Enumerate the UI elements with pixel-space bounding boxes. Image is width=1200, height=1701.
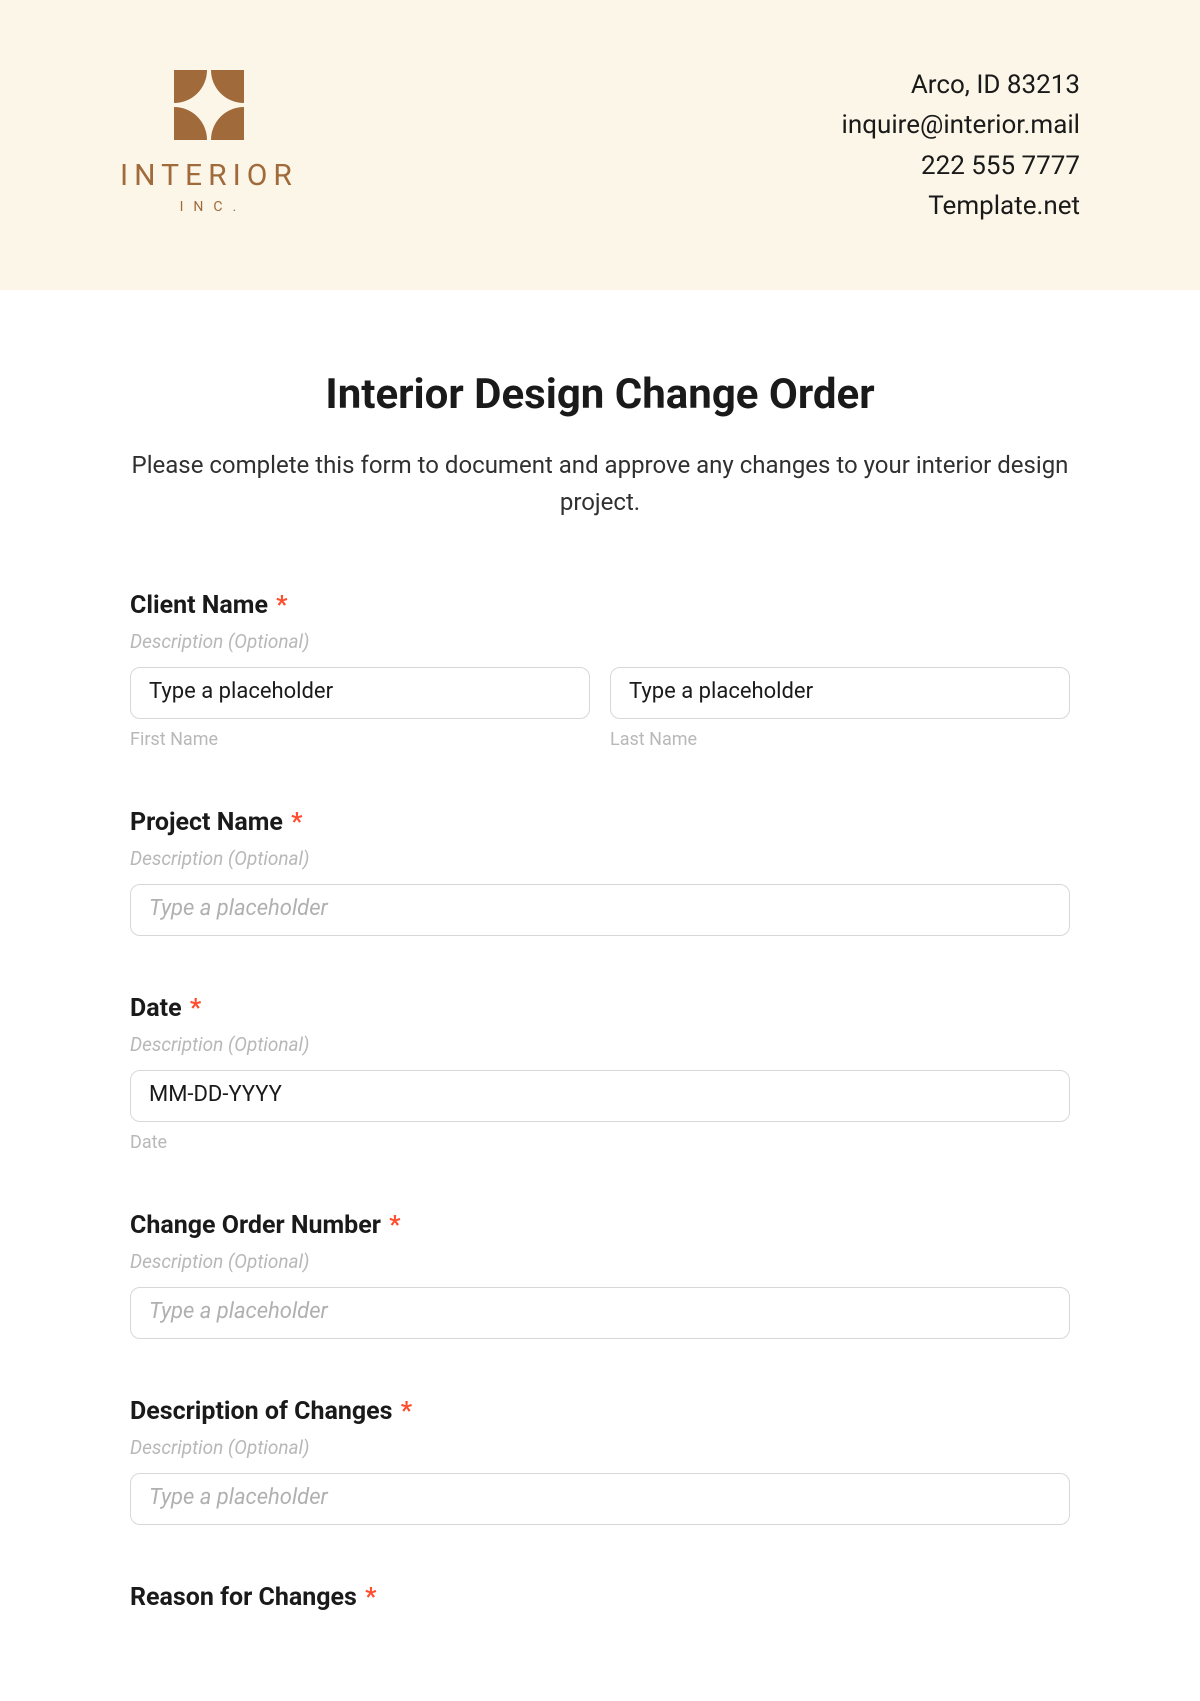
logo-text: INTERIOR bbox=[120, 158, 298, 193]
field-description: Description (Optional) bbox=[130, 847, 1070, 870]
contact-phone: 222 555 7777 bbox=[842, 146, 1080, 186]
first-name-input[interactable]: Type a placeholder bbox=[130, 667, 590, 719]
field-change-order-number: Change Order Number * Description (Optio… bbox=[130, 1211, 1070, 1339]
required-mark: * bbox=[291, 808, 302, 837]
required-mark: * bbox=[365, 1583, 376, 1612]
field-project-name: Project Name * Description (Optional) Ty… bbox=[130, 808, 1070, 936]
field-label: Project Name * bbox=[130, 808, 1070, 837]
field-client-name: Client Name * Description (Optional) Typ… bbox=[130, 591, 1070, 750]
field-label: Client Name * bbox=[130, 591, 1070, 620]
form-body: Interior Design Change Order Please comp… bbox=[0, 290, 1200, 1612]
last-name-input[interactable]: Type a placeholder bbox=[610, 667, 1070, 719]
page-title: Interior Design Change Order bbox=[130, 370, 1070, 419]
change-order-number-input[interactable]: Type a placeholder bbox=[130, 1287, 1070, 1339]
description-of-changes-input[interactable]: Type a placeholder bbox=[130, 1473, 1070, 1525]
required-mark: * bbox=[190, 994, 201, 1023]
last-name-sublabel: Last Name bbox=[610, 729, 1070, 750]
contact-info: Arco, ID 83213 inquire@interior.mail 222… bbox=[842, 65, 1080, 226]
required-mark: * bbox=[401, 1397, 412, 1426]
company-logo: INTERIOR INC. bbox=[120, 70, 298, 215]
field-date: Date * Description (Optional) MM-DD-YYYY… bbox=[130, 994, 1070, 1153]
field-label: Change Order Number * bbox=[130, 1211, 1070, 1240]
letterhead-header: INTERIOR INC. Arco, ID 83213 inquire@int… bbox=[0, 0, 1200, 290]
field-label: Reason for Changes * bbox=[130, 1583, 1070, 1612]
field-description-of-changes: Description of Changes * Description (Op… bbox=[130, 1397, 1070, 1525]
contact-site: Template.net bbox=[842, 186, 1080, 226]
logo-icon bbox=[174, 70, 244, 140]
required-mark: * bbox=[389, 1211, 400, 1240]
first-name-sublabel: First Name bbox=[130, 729, 590, 750]
date-sublabel: Date bbox=[130, 1132, 1070, 1153]
field-label: Date * bbox=[130, 994, 1070, 1023]
field-description: Description (Optional) bbox=[130, 1250, 1070, 1273]
field-reason-for-changes: Reason for Changes * bbox=[130, 1583, 1070, 1612]
field-description: Description (Optional) bbox=[130, 1436, 1070, 1459]
field-label: Description of Changes * bbox=[130, 1397, 1070, 1426]
required-mark: * bbox=[276, 591, 287, 620]
field-description: Description (Optional) bbox=[130, 630, 1070, 653]
date-input[interactable]: MM-DD-YYYY bbox=[130, 1070, 1070, 1122]
project-name-input[interactable]: Type a placeholder bbox=[130, 884, 1070, 936]
contact-email: inquire@interior.mail bbox=[842, 105, 1080, 145]
contact-address: Arco, ID 83213 bbox=[842, 65, 1080, 105]
page-intro: Please complete this form to document an… bbox=[130, 447, 1070, 521]
logo-subtext: INC. bbox=[180, 199, 247, 215]
field-description: Description (Optional) bbox=[130, 1033, 1070, 1056]
